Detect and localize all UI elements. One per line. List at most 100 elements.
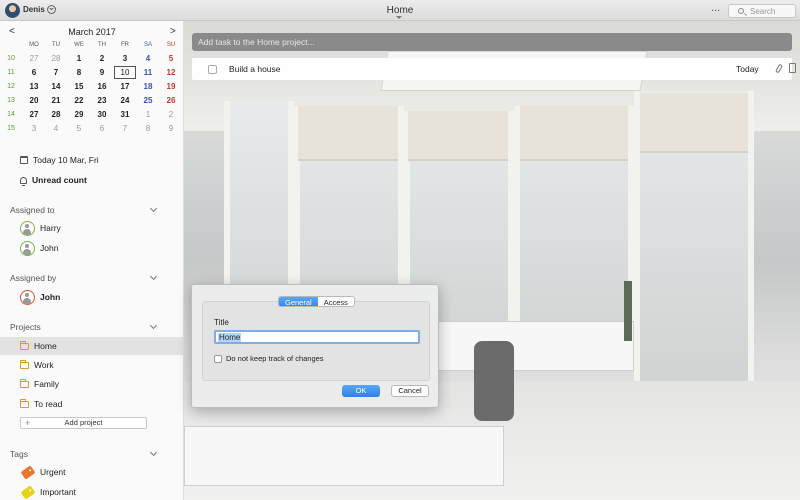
calendar-day[interactable]: 1: [137, 108, 159, 121]
calendar-day[interactable]: 20: [23, 94, 45, 107]
more-menu-button[interactable]: ...: [711, 2, 720, 14]
task-due-date[interactable]: Today: [736, 64, 759, 74]
calendar-day[interactable]: 6: [23, 66, 45, 79]
search-input[interactable]: Search: [728, 4, 796, 18]
task-checkbox[interactable]: [208, 65, 217, 74]
calendar-day[interactable]: 28: [45, 108, 67, 121]
assigner-john[interactable]: John: [20, 289, 60, 305]
calendar-weekday-label: FR: [121, 42, 129, 48]
assignee-harry[interactable]: Harry: [20, 220, 61, 236]
calendar-day[interactable]: 28: [45, 52, 67, 65]
ok-button[interactable]: OK: [342, 385, 380, 397]
assigned-by-header[interactable]: Assigned by: [10, 273, 160, 285]
calendar-day[interactable]: 27: [23, 108, 45, 121]
project-work[interactable]: Work: [0, 356, 183, 374]
calendar-day[interactable]: 22: [68, 94, 90, 107]
calendar-day[interactable]: 6: [91, 122, 113, 135]
add-task-input[interactable]: Add task to the Home project...: [192, 33, 792, 51]
calendar-day[interactable]: 31: [114, 108, 136, 121]
tag-important[interactable]: Important: [20, 484, 76, 500]
project-home[interactable]: Home: [0, 337, 183, 355]
calendar-day[interactable]: 5: [160, 52, 182, 65]
background-desk: [434, 321, 634, 371]
calendar-weekday-label: TU: [52, 42, 60, 48]
cancel-button[interactable]: Cancel: [391, 385, 429, 397]
calendar-day[interactable]: 8: [137, 122, 159, 135]
folder-icon: [20, 360, 29, 369]
calendar-day[interactable]: 25: [137, 94, 159, 107]
calendar-day[interactable]: 27: [23, 52, 45, 65]
calendar-day[interactable]: 26: [160, 94, 182, 107]
calendar-day[interactable]: 7: [114, 122, 136, 135]
tag-icon: [20, 464, 36, 480]
calendar-week-number: 13: [7, 97, 15, 104]
calendar-day[interactable]: 13: [23, 80, 45, 93]
title-input[interactable]: Home: [214, 330, 420, 344]
background-desk: [184, 426, 504, 486]
calendar-day[interactable]: 29: [68, 108, 90, 121]
plus-icon: +: [25, 418, 31, 428]
calendar-day[interactable]: 7: [45, 66, 67, 79]
calendar-weekday-label: TH: [98, 42, 106, 48]
background-blind: [298, 106, 398, 161]
calendar-weekday-label: MO: [29, 42, 39, 48]
calendar-day[interactable]: 2: [160, 108, 182, 121]
assigned-to-header[interactable]: Assigned to: [10, 205, 160, 217]
assignee-john[interactable]: John: [20, 240, 58, 256]
calendar-day[interactable]: 18: [137, 80, 159, 93]
calendar-day[interactable]: 16: [91, 80, 113, 93]
projects-header[interactable]: Projects: [10, 322, 160, 334]
unread-row[interactable]: Unread count: [20, 174, 87, 186]
tab-access[interactable]: Access: [317, 297, 354, 306]
calendar-day[interactable]: 9: [91, 66, 113, 79]
tag-urgent[interactable]: Urgent: [20, 464, 66, 480]
title-chevron-down-icon[interactable]: [396, 16, 402, 19]
calendar-next-button[interactable]: >: [170, 26, 176, 37]
calendar-day[interactable]: 3: [114, 52, 136, 65]
background-plant: [624, 281, 632, 341]
calendar-day[interactable]: 2: [91, 52, 113, 65]
title-bar: Denis Home ... Search: [0, 0, 800, 21]
folder-icon: [20, 399, 29, 408]
calendar-day[interactable]: 5: [68, 122, 90, 135]
project-family[interactable]: Family: [0, 375, 183, 393]
bell-icon: [20, 176, 27, 186]
track-changes-label[interactable]: Do not keep track of changes: [226, 354, 324, 363]
project-label: Family: [34, 379, 60, 389]
today-row[interactable]: Today 10 Mar, Fri: [20, 154, 99, 166]
search-icon: [738, 8, 744, 14]
tab-general[interactable]: General: [279, 297, 318, 306]
project-to-read[interactable]: To read: [0, 395, 183, 413]
calendar-day[interactable]: 23: [91, 94, 113, 107]
calendar-day[interactable]: 15: [68, 80, 90, 93]
calendar-day[interactable]: 1: [68, 52, 90, 65]
calendar-day[interactable]: 10: [114, 66, 136, 79]
calendar-day[interactable]: 4: [45, 122, 67, 135]
tags-header[interactable]: Tags: [10, 449, 160, 461]
calendar-day[interactable]: 21: [45, 94, 67, 107]
calendar-day[interactable]: 17: [114, 80, 136, 93]
calendar-day[interactable]: 9: [160, 122, 182, 135]
avatar: [20, 289, 35, 305]
calendar-day[interactable]: 12: [160, 66, 182, 79]
note-icon[interactable]: [789, 63, 796, 73]
calendar-day[interactable]: 19: [160, 80, 182, 93]
add-project-label: Add project: [64, 418, 103, 427]
task-row[interactable]: Build a house Today: [192, 58, 796, 80]
folder-icon: [20, 341, 29, 350]
attachment-icon[interactable]: [775, 63, 783, 74]
calendar-day[interactable]: 30: [91, 108, 113, 121]
calendar-day[interactable]: 14: [45, 80, 67, 93]
calendar-day[interactable]: 11: [137, 66, 159, 79]
calendar-day[interactable]: 8: [68, 66, 90, 79]
window-title: Home: [386, 5, 414, 16]
folder-icon: [20, 379, 29, 388]
background-blind: [408, 111, 508, 161]
add-project-button[interactable]: + Add project: [20, 417, 147, 429]
calendar-day[interactable]: 3: [23, 122, 45, 135]
calendar-week-number: 12: [7, 83, 15, 90]
calendar-day[interactable]: 24: [114, 94, 136, 107]
track-changes-checkbox[interactable]: [214, 355, 222, 363]
task-name[interactable]: Build a house: [229, 64, 281, 74]
calendar-day[interactable]: 4: [137, 52, 159, 65]
